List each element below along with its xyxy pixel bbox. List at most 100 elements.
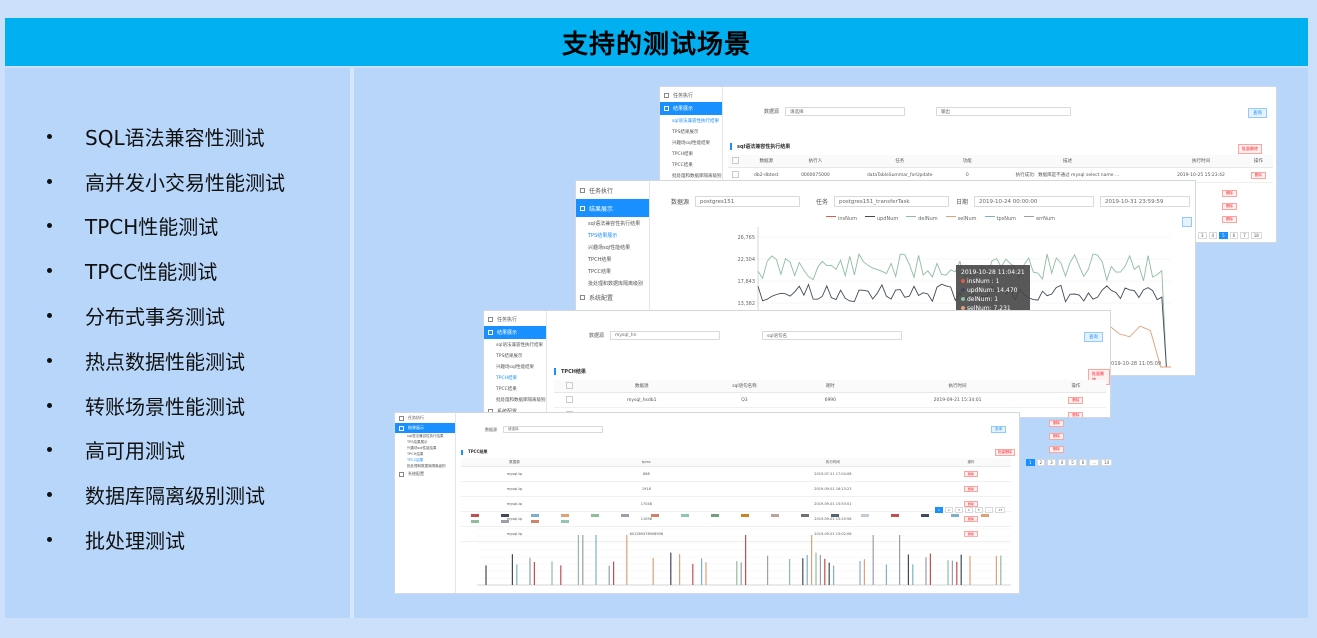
sidebar-sub-item[interactable]: 兴趣场sql性能结果 [660, 137, 722, 148]
datasource-select[interactable]: mysql_hn [610, 331, 721, 340]
checkbox[interactable] [566, 395, 574, 403]
legend-swatch[interactable] [621, 514, 629, 517]
legend-item[interactable]: delNum [906, 214, 938, 222]
datasource-select[interactable]: postgres151 [695, 196, 801, 207]
batch-delete-button[interactable]: 批量删除 [1238, 144, 1262, 154]
sidebar-sub-item[interactable]: TPCH结果 [484, 372, 546, 383]
bar [1000, 555, 1002, 585]
sidebar-sub-item[interactable]: 兴趣场sql性能结果 [576, 241, 649, 253]
page-button[interactable]: 13 [995, 507, 1006, 513]
delete-button[interactable]: 删除 [1222, 203, 1237, 210]
query-button[interactable]: 查询 [1248, 108, 1267, 118]
sidebar-item-task[interactable]: 任务执行 [660, 89, 722, 102]
delete-button[interactable]: 删除 [1049, 433, 1064, 440]
delete-button[interactable]: 删除 [1068, 411, 1084, 417]
legend-swatch[interactable] [531, 520, 539, 523]
sidebar-item-result[interactable]: 结果展示 [576, 199, 649, 217]
legend-swatch[interactable] [831, 514, 839, 517]
page-button[interactable]: 3 [954, 507, 963, 513]
sidebar-item-task[interactable]: 任务执行 [484, 313, 546, 326]
legend-item[interactable]: errNum [1024, 214, 1055, 222]
legend-swatch[interactable] [801, 514, 809, 517]
sidebar-item-config[interactable]: 系统配置 [576, 289, 649, 305]
query-button[interactable]: 查询 [1084, 332, 1103, 342]
checkbox[interactable] [732, 170, 740, 178]
legend-swatch[interactable] [891, 514, 899, 517]
legend-swatch[interactable] [681, 514, 689, 517]
sql-name-input[interactable]: sql语句名 [762, 331, 902, 340]
bar [511, 554, 513, 585]
sidebar-item-task[interactable]: 任务执行 [395, 413, 455, 423]
sidebar-sub-item[interactable]: TPS结果展示 [576, 229, 649, 241]
delete-button[interactable]: 删除 [1049, 446, 1064, 453]
legend-swatch[interactable] [771, 514, 779, 517]
sidebar-sub-item[interactable]: TPCC结果 [660, 159, 722, 170]
query-button[interactable]: 查询 [991, 426, 1006, 433]
delete-button[interactable]: 删除 [963, 486, 978, 492]
grid-icon [664, 93, 669, 98]
legend-swatch[interactable] [471, 514, 479, 517]
datasource-select[interactable]: 请选择 [785, 107, 906, 116]
page-button[interactable]: 4 [964, 507, 973, 513]
legend-swatch[interactable] [711, 514, 719, 517]
sidebar-sub-item[interactable]: sql语法兼容性执行结果 [484, 339, 546, 350]
chart-tooltip: 2019-10-28 11:04:21 insNum : 1 updNum: 1… [956, 265, 1030, 316]
legend-swatch[interactable] [951, 514, 959, 517]
legend-item[interactable]: updNum [864, 214, 898, 222]
page-button[interactable]: 2 [944, 507, 953, 513]
sidebar-sub-item[interactable]: TPCH结果 [660, 148, 722, 159]
task-select[interactable]: postgres151_transferTask [834, 196, 950, 207]
delete-button[interactable]: 删除 [1222, 216, 1237, 223]
page-button[interactable]: 5 [974, 507, 983, 513]
datasource-select[interactable]: 请选择 [503, 426, 603, 433]
sidebar-sub-item[interactable]: 批处理和数据库隔离级别 [660, 170, 722, 181]
legend-swatch[interactable] [561, 514, 569, 517]
legend-item[interactable]: selNum [945, 214, 977, 222]
sidebar-item-result[interactable]: 结果展示 [484, 326, 546, 339]
page-button[interactable]: 1 [935, 507, 943, 513]
delete-button[interactable]: 删除 [963, 471, 978, 477]
sidebar-sub-item[interactable]: TPCC结果 [484, 383, 546, 394]
legend-swatch[interactable] [531, 514, 539, 517]
sidebar-item-result[interactable]: 结果展示 [395, 423, 455, 433]
download-icon[interactable] [1182, 217, 1192, 227]
legend-item[interactable]: tpsNum [984, 214, 1016, 222]
delete-button[interactable]: 删除 [1222, 190, 1237, 197]
legend-swatch[interactable] [861, 514, 869, 517]
bullet-icon [47, 447, 52, 453]
page-button[interactable]: ... [984, 507, 994, 513]
sidebar-item-task[interactable]: 任务执行 [576, 181, 649, 199]
legend-swatch[interactable] [501, 520, 509, 523]
sidebar-sub-item[interactable]: 批处理和数据库隔离级别 [576, 277, 649, 289]
legend-swatch[interactable] [501, 514, 509, 517]
output-select[interactable]: 输出 [936, 107, 1071, 116]
sidebar-sub-item[interactable]: 批处理和数据库隔离级别 [484, 394, 546, 405]
sidebar-sub-item[interactable]: TPCC结果 [576, 265, 649, 277]
legend-item[interactable]: insNum [826, 214, 857, 222]
legend-swatch[interactable] [561, 520, 569, 523]
delete-button[interactable]: 删除 [1250, 171, 1266, 179]
delete-button[interactable]: 删除 [1049, 420, 1064, 427]
legend-swatch[interactable] [651, 514, 659, 517]
bar [560, 565, 562, 585]
bar [485, 565, 487, 585]
sidebar-sub-item[interactable]: TPS结果展示 [484, 350, 546, 361]
checkbox[interactable] [732, 156, 740, 164]
sidebar-item-config[interactable]: 系统配置 [395, 469, 455, 479]
date-from-input[interactable]: 2019-10-24 00:00:00 [974, 196, 1095, 207]
sidebar-item-result[interactable]: 结果展示 [660, 102, 722, 115]
sidebar-sub-item[interactable]: TPS结果展示 [660, 126, 722, 137]
sidebar-sub-item[interactable]: TPCH结果 [576, 253, 649, 265]
legend-swatch[interactable] [981, 514, 989, 517]
checkbox[interactable] [566, 381, 574, 389]
legend-swatch[interactable] [591, 514, 599, 517]
legend-swatch[interactable] [741, 514, 749, 517]
sidebar-sub-item[interactable]: 兴趣场sql性能结果 [484, 361, 546, 372]
legend-swatch[interactable] [921, 514, 929, 517]
delete-button[interactable]: 删除 [1068, 396, 1084, 404]
sidebar-sub-item[interactable]: sql语法兼容性执行结果 [660, 115, 722, 126]
legend-swatch[interactable] [471, 520, 479, 523]
batch-delete-button[interactable]: 批量删除 [995, 449, 1015, 456]
sidebar-sub-item[interactable]: sql语法兼容性执行结果 [576, 217, 649, 229]
date-to-input[interactable]: 2019-10-31 23:59:59 [1100, 196, 1191, 207]
